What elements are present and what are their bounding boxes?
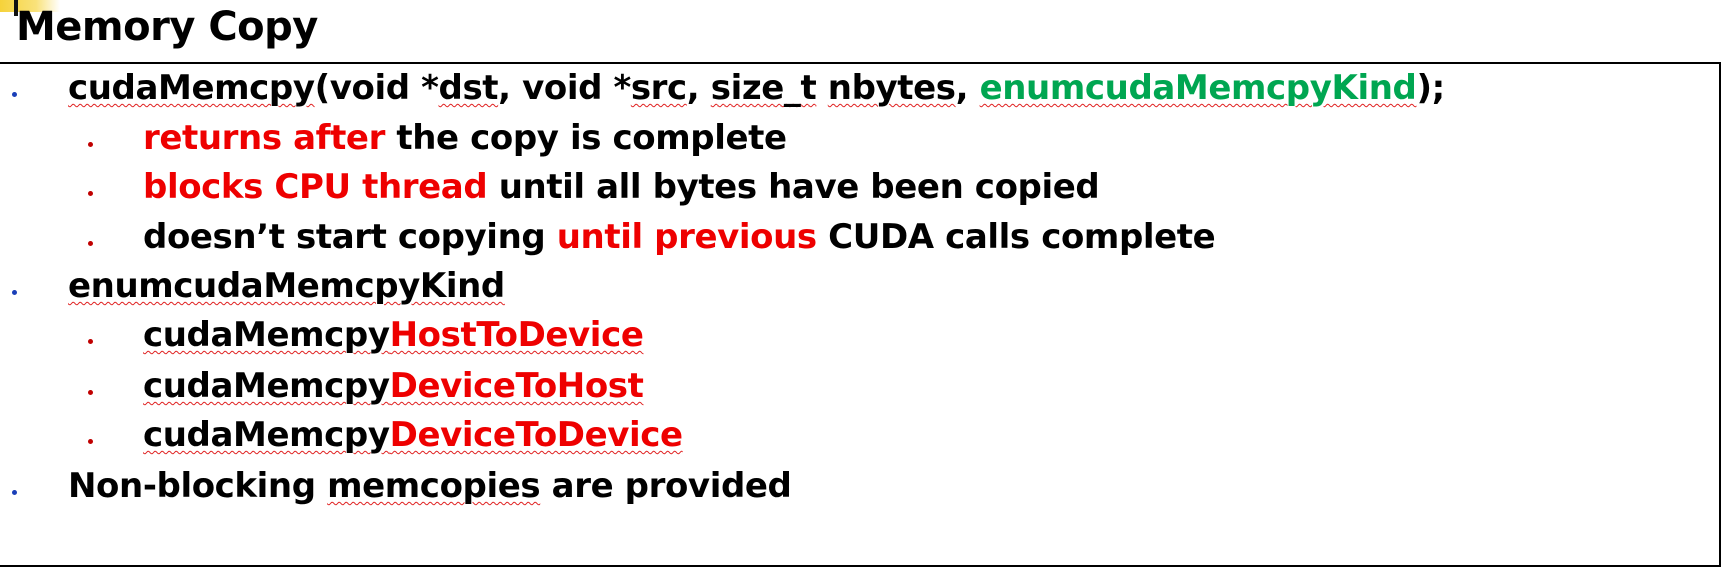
bullet-text-run: size_t [710, 68, 817, 108]
bullet-item: returns after the copy is complete [143, 118, 787, 158]
bullet-text-run: cudaMemcpy [143, 415, 390, 455]
bullet-text-run: nbytes [827, 68, 956, 108]
bullet-text-run: blocks CPU thread [143, 167, 488, 207]
bullet-text-run: until all bytes have been copied [487, 167, 1100, 207]
bullet-item: blocks CPU thread until all bytes have b… [143, 167, 1100, 207]
bullet-level2-icon [88, 191, 93, 196]
bullet-level2-icon [88, 339, 93, 344]
bullet-item: Non-blocking memcopies are provided [68, 466, 792, 506]
slide-title: Memory Copy [16, 4, 318, 50]
bullet-text-run: src [630, 68, 687, 108]
bullet-item: cudaMemcpy(void *dst, void *src, size_t … [68, 68, 1445, 108]
bullet-level2-icon [88, 142, 93, 147]
bullet-text-run: CUDA calls complete [816, 217, 1216, 257]
bullet-text-run: until previous [556, 217, 817, 257]
bullet-item: cudaMemcpyDeviceToDevice [143, 415, 683, 455]
bullet-item: cudaMemcpyDeviceToHost [143, 366, 644, 406]
bullet-text-run: enumcudaMemcpyKind [979, 68, 1417, 108]
bullet-text-run: the copy is complete [384, 118, 787, 158]
bullet-text-run [816, 68, 827, 108]
bullet-level2-icon [88, 241, 93, 246]
bullet-text-run: doesn’t start copying [143, 217, 557, 257]
bullet-level2-icon [88, 390, 93, 395]
bullet-text-run: Non-blocking [68, 466, 328, 506]
bullet-item: doesn’t start copying until previous CUD… [143, 217, 1216, 257]
bullet-level2-icon [88, 439, 93, 444]
bullet-level1-icon [12, 92, 17, 97]
bullet-level1-icon [12, 490, 17, 495]
bullet-text-run: enumcudaMemcpyKind [68, 266, 505, 306]
bullet-text-run: , [686, 68, 711, 108]
bullet-text-run: , void * [498, 68, 631, 108]
bullet-text-run: DeviceToHost [389, 366, 644, 406]
bullet-text-run: returns after [143, 118, 385, 158]
bullet-text-run: , [955, 68, 980, 108]
bullet-text-run: DeviceToDevice [389, 415, 683, 455]
bullet-item: cudaMemcpyHostToDevice [143, 315, 644, 355]
bullet-text-run: cudaMemcpy [68, 68, 315, 108]
bullet-level1-icon [12, 290, 17, 295]
bullet-text-run: cudaMemcpy [143, 315, 390, 355]
bullet-text-run: dst [438, 68, 499, 108]
bullet-text-run: ); [1416, 68, 1445, 108]
bullet-text-run: memcopies [327, 466, 541, 506]
bullet-text-run: HostToDevice [389, 315, 644, 355]
bullet-text-run: are provided [540, 466, 792, 506]
bullet-text-run: (void * [314, 68, 439, 108]
bullet-text-run: cudaMemcpy [143, 366, 390, 406]
bullet-item: enumcudaMemcpyKind [68, 266, 505, 306]
